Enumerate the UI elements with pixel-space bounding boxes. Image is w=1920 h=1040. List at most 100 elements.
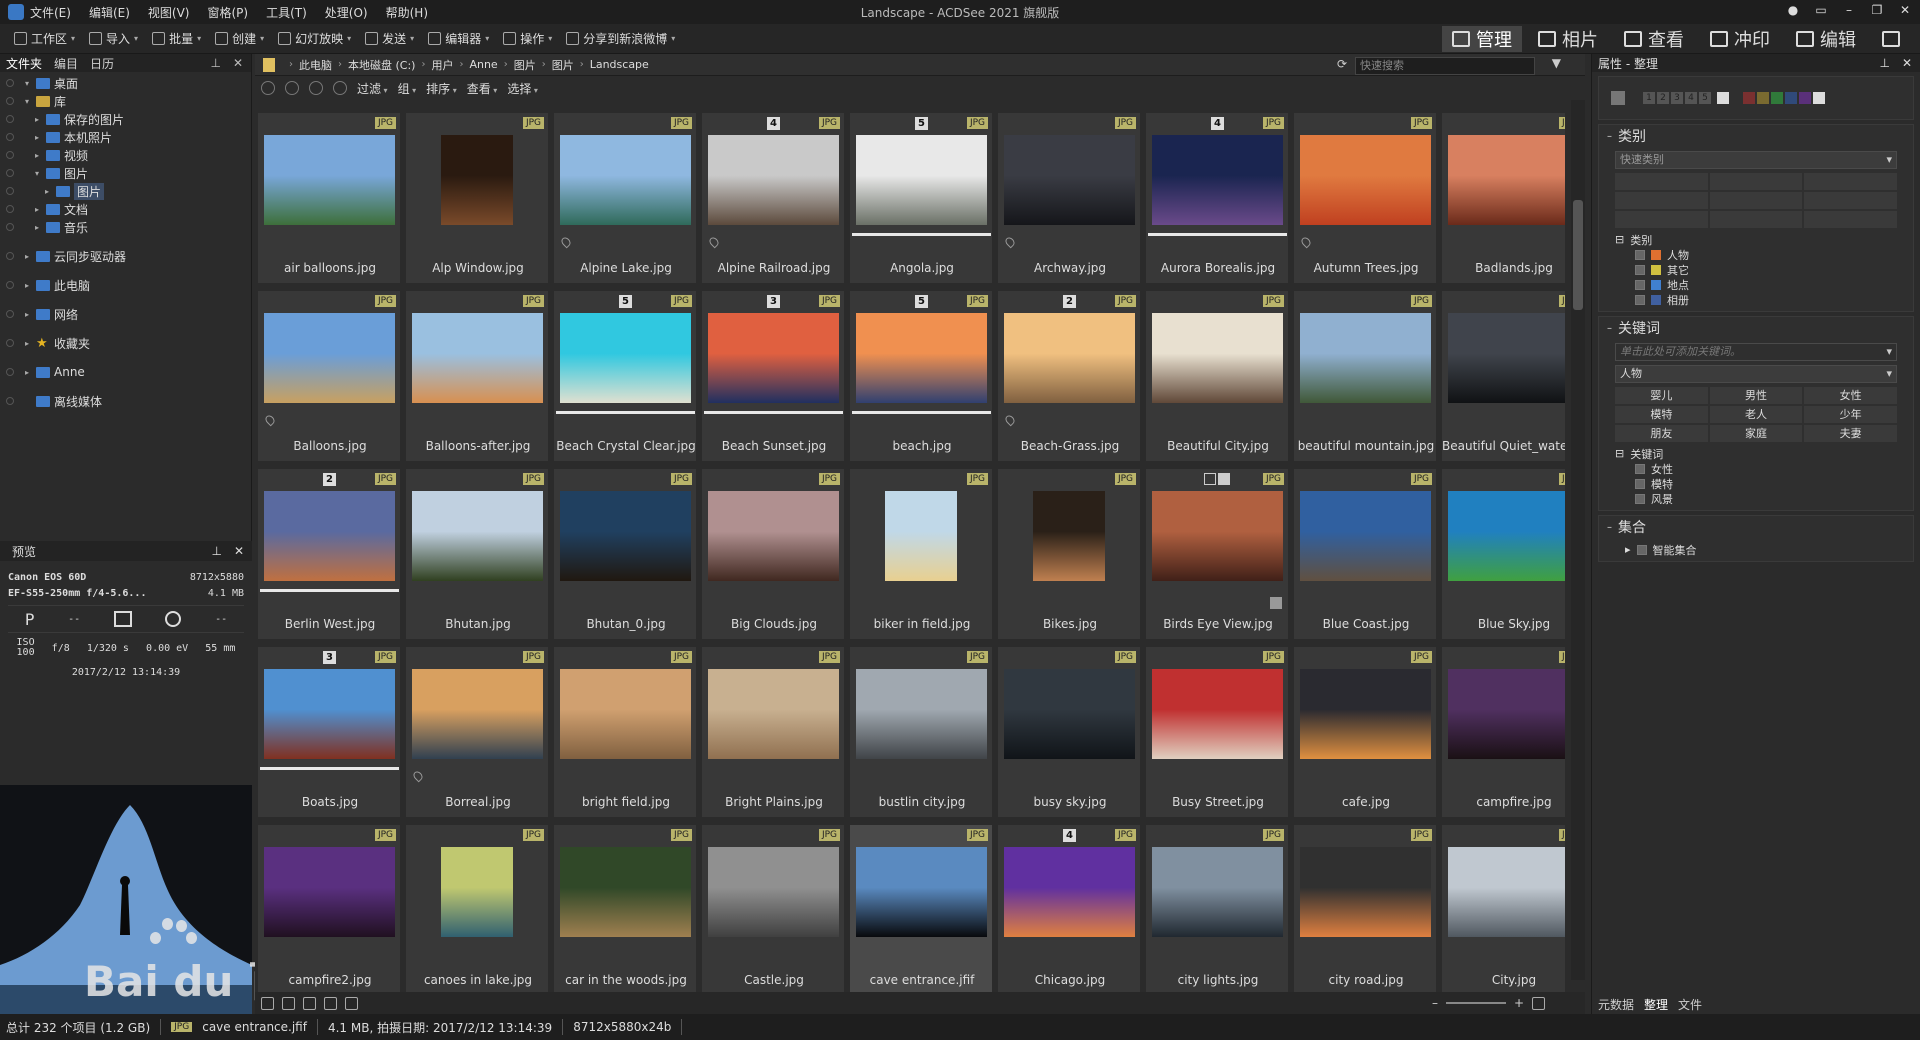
pin-icon[interactable]: ⊥ [211,544,221,558]
breadcrumb-separator-icon[interactable]: › [459,59,463,70]
thumbnail-image[interactable] [412,491,543,581]
tree-pin-icon[interactable] [6,97,14,105]
breadcrumb-separator-icon[interactable]: › [289,59,293,70]
category-slot[interactable] [1615,173,1708,190]
keyword-item[interactable]: 风景 [1635,491,1897,506]
chevron-down-icon[interactable]: ▾ [671,34,675,43]
thumbnail-image[interactable] [264,669,395,759]
thumbnail-item[interactable]: JPG cafe.jpg [1293,646,1437,818]
tree-node[interactable]: ▸ 视频 [0,146,251,164]
tree-pin-icon[interactable] [6,339,14,347]
mode-tab[interactable]: 相片 [1528,26,1608,52]
breadcrumb-item[interactable]: 图片 [552,57,574,73]
breadcrumb-separator-icon[interactable]: › [421,59,425,70]
thumbnail-image[interactable] [264,313,395,403]
category-slot[interactable] [1709,192,1803,209]
expand-icon[interactable]: ▸ [32,151,42,160]
keyword-button[interactable]: 夫妻 [1804,425,1897,442]
home-icon[interactable] [261,81,275,95]
thumbnail-image[interactable] [708,313,839,403]
thumbnail-item[interactable]: JPG campfire2.jpg [257,824,401,992]
thumbnail-item[interactable]: JPG 5 beach.jpg [849,290,993,462]
breadcrumb-separator-icon[interactable]: › [338,59,342,70]
filter-menu[interactable]: 过滤 ▾ [357,80,388,97]
thumbnail-item[interactable]: JPG 4 Chicago.jpg [997,824,1141,992]
filter-menu[interactable]: 组 ▾ [398,80,417,97]
tree-node[interactable]: ▸ 本机照片 [0,128,251,146]
rating-box[interactable]: 5 [1699,92,1711,104]
filter-menu[interactable]: 选择 ▾ [507,80,538,97]
tree-node[interactable]: ▸ 文档 [0,200,251,218]
thumbnail-image[interactable] [560,491,691,581]
category-slot[interactable] [1615,192,1708,209]
thumbnail-item[interactable]: JPG bustlin city.jpg [849,646,993,818]
color-label-icon[interactable] [1717,92,1729,104]
pane-close-icon[interactable]: ✕ [234,544,244,558]
breadcrumb-item[interactable]: 此电脑 [299,57,332,73]
keyword-set-dropdown[interactable]: 人物 [1615,365,1897,383]
thumbnail-image[interactable] [560,847,691,937]
pane-close-icon[interactable]: ✕ [1902,56,1912,70]
tree-pin-icon[interactable] [6,79,14,87]
checkbox[interactable] [1635,463,1645,474]
expand-icon[interactable]: ▾ [22,97,32,106]
checkbox[interactable] [1635,294,1645,305]
thumbnail-image[interactable] [441,135,513,225]
breadcrumb-item[interactable]: Anne [469,58,497,71]
expand-icon[interactable]: ▸ [32,205,42,214]
breadcrumb-item[interactable]: Landscape [590,58,649,71]
rotate-right-icon[interactable] [303,996,316,1010]
scroll-thumb[interactable] [1573,200,1583,310]
tree-node[interactable]: ▸ 音乐 [0,218,251,236]
tree-pin-icon[interactable] [6,397,14,405]
select-icon[interactable] [261,996,274,1010]
tree-pin-icon[interactable] [6,151,14,159]
thumbnail-item[interactable]: JPG 3 Boats.jpg [257,646,401,818]
tree-node[interactable]: ▸ 此电脑 [0,276,251,294]
color-labels[interactable] [1743,92,1825,104]
refresh-icon[interactable]: ⟳ [1337,57,1347,71]
thumbnail-image[interactable] [1152,491,1283,581]
expand-icon[interactable]: ▸ [32,115,42,124]
thumbnail-item[interactable]: JPG Big Clouds.jpg [701,468,845,640]
zoom-out-icon[interactable]: – [1432,996,1438,1010]
checkbox[interactable] [1635,279,1645,290]
checkbox[interactable] [1635,264,1645,275]
keyword-button[interactable]: 老人 [1709,406,1803,423]
pin-icon[interactable]: ⊥ [210,56,220,70]
toolbar-button[interactable]: 幻灯放映 ▾ [274,28,355,49]
tree-pin-icon[interactable] [6,368,14,376]
thumbnail-image[interactable] [1448,491,1565,581]
pane-tab[interactable]: 文件 [1678,996,1702,1013]
thumbnail-item[interactable]: JPG beautiful mountain.jpg [1293,290,1437,462]
mode-tab[interactable]: 冲印 [1700,26,1780,52]
expand-icon[interactable]: ▸ [42,187,52,196]
checkbox[interactable] [1635,493,1645,504]
rating-box[interactable]: 2 [1657,92,1669,104]
thumbnail-image[interactable] [708,135,839,225]
thumbnail-image[interactable] [1300,491,1431,581]
up-icon[interactable] [333,81,347,95]
tree-pin-icon[interactable] [6,169,14,177]
chevron-down-icon[interactable]: ▾ [485,34,489,43]
menu-item[interactable]: 处理(O) [325,4,368,21]
thumbnail-item[interactable]: JPG biker in field.jpg [849,468,993,640]
keyword-item[interactable]: 模特 [1635,476,1897,491]
expand-icon[interactable]: ▸ [22,310,32,319]
rating-box[interactable]: 1 [1643,92,1655,104]
menu-item[interactable]: 工具(T) [266,4,307,21]
toolbar-button[interactable]: 工作区 ▾ [10,28,79,49]
account-icon[interactable]: ● [1786,3,1800,17]
expand-icon[interactable]: ▾ [32,169,42,178]
thumbnail-item[interactable]: JPG car in the woods.jpg [553,824,697,992]
zoom-in-icon[interactable]: + [1514,996,1524,1010]
tagged-checkbox[interactable] [1270,597,1282,609]
expand-icon[interactable]: ▸ [22,368,32,377]
thumbnail-image[interactable] [412,669,543,759]
toolbar-button[interactable]: 批量 ▾ [148,28,205,49]
thumbnail-image[interactable] [1300,135,1431,225]
mode-tab[interactable]: 编辑 [1786,26,1866,52]
app-logo-icon[interactable] [8,4,24,20]
toolbar-button[interactable]: 导入 ▾ [85,28,142,49]
smart-collection[interactable]: 智能集合 [1653,542,1697,558]
